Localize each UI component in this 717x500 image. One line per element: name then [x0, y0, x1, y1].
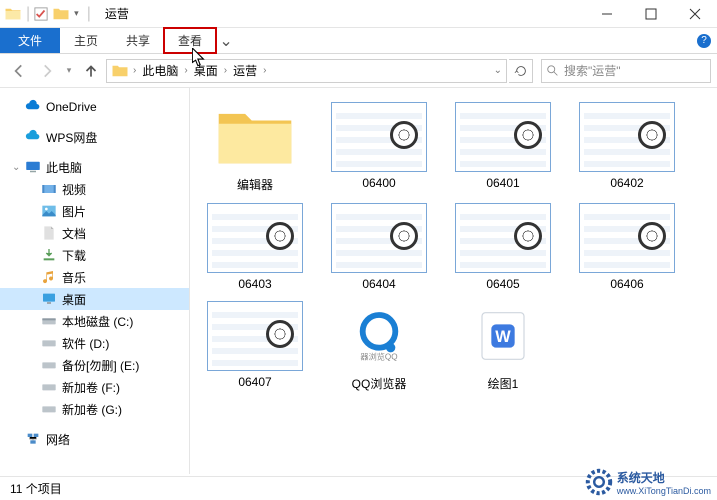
file-item[interactable]: 06405 — [448, 203, 558, 291]
svg-text:器浏览QQ: 器浏览QQ — [360, 351, 397, 361]
refresh-button[interactable] — [509, 59, 533, 83]
video-thumb — [455, 102, 551, 172]
file-item[interactable]: 06401 — [448, 102, 558, 193]
qat-divider: | — [87, 5, 91, 23]
breadcrumb-chevron[interactable]: › — [261, 65, 268, 76]
item-label: 06400 — [362, 176, 395, 190]
up-button[interactable] — [78, 58, 104, 84]
tab-home[interactable]: 主页 — [60, 28, 112, 53]
file-item[interactable]: 06403 — [200, 203, 310, 291]
file-item[interactable]: 06400 — [324, 102, 434, 193]
file-item[interactable]: 06402 — [572, 102, 682, 193]
minimize-button[interactable] — [585, 0, 629, 28]
qat-dropdown[interactable]: ▾ — [74, 8, 79, 19]
sidebar-cdrive[interactable]: 本地磁盘 (C:) — [0, 310, 189, 332]
item-label: 06402 — [610, 176, 643, 190]
back-button[interactable] — [6, 58, 32, 84]
ribbon-tabs: 文件 主页 共享 查看 ⌄ ? — [0, 28, 717, 54]
title-bar: | ▾ | 运营 — [0, 0, 717, 28]
breadcrumb-desktop[interactable]: 桌面 — [190, 62, 222, 79]
file-item[interactable]: W 绘图1 — [448, 301, 558, 392]
content-pane[interactable]: 编辑器 06400 06401 06402 06403 06404 06405 06406 06… — [190, 88, 717, 474]
ribbon-expand-button[interactable]: ⌄ — [216, 28, 236, 53]
item-label: 06401 — [486, 176, 519, 190]
file-item[interactable]: 06404 — [324, 203, 434, 291]
window-title: 运营 — [105, 5, 129, 22]
doc-icon: W — [455, 301, 551, 371]
item-label: QQ浏览器 — [352, 375, 407, 392]
file-item[interactable]: 器浏览QQ QQ浏览器 — [324, 301, 434, 392]
app-icon: 器浏览QQ — [331, 301, 427, 371]
video-thumb — [207, 203, 303, 273]
item-label: 编辑器 — [237, 176, 273, 193]
breadcrumb-chevron[interactable]: › — [182, 65, 189, 76]
qat-separator: | — [26, 5, 30, 23]
help-button[interactable]: ? — [691, 28, 717, 53]
file-item[interactable]: 06406 — [572, 203, 682, 291]
video-thumb — [331, 102, 427, 172]
sidebar-pictures[interactable]: 图片 — [0, 200, 189, 222]
item-label: 06407 — [238, 375, 271, 389]
sidebar-network[interactable]: 网络 — [0, 428, 189, 450]
sidebar-ddrive[interactable]: 软件 (D:) — [0, 332, 189, 354]
close-button[interactable] — [673, 0, 717, 28]
item-label: 绘图1 — [488, 375, 519, 392]
video-thumb — [579, 102, 675, 172]
file-item[interactable]: 06407 — [200, 301, 310, 392]
sidebar-thispc[interactable]: ⌄此电脑 — [0, 156, 189, 178]
sidebar-downloads[interactable]: 下载 — [0, 244, 189, 266]
folder-icon — [4, 5, 22, 23]
sidebar-gdrive[interactable]: 新加卷 (G:) — [0, 398, 189, 420]
breadcrumb-chevron[interactable]: › — [131, 65, 138, 76]
status-bar: 11 个项目 — [0, 476, 717, 500]
search-input[interactable]: 搜索"运营" — [541, 59, 711, 83]
navigation-row: ▾ › 此电脑 › 桌面 › 运营 › ⌄ 搜索"运营" — [0, 54, 717, 88]
sidebar-fdrive[interactable]: 新加卷 (F:) — [0, 376, 189, 398]
sidebar-documents[interactable]: 文档 — [0, 222, 189, 244]
item-label: 06403 — [238, 277, 271, 291]
tab-share[interactable]: 共享 — [112, 28, 164, 53]
video-thumb — [579, 203, 675, 273]
folder-icon-small — [52, 5, 70, 23]
video-thumb — [455, 203, 551, 273]
sidebar-onedrive[interactable]: OneDrive — [0, 96, 189, 118]
address-dropdown[interactable]: ⌄ — [492, 65, 504, 76]
tab-view[interactable]: 查看 — [164, 28, 216, 53]
breadcrumb-current[interactable]: 运营 — [229, 62, 261, 79]
search-icon — [546, 64, 560, 78]
folder-icon — [207, 102, 303, 172]
item-label: 06404 — [362, 277, 395, 291]
sidebar-video[interactable]: 视频 — [0, 178, 189, 200]
item-label: 06405 — [486, 277, 519, 291]
svg-text:W: W — [495, 328, 511, 346]
item-count: 11 个项目 — [10, 480, 62, 497]
quick-access-toolbar: | ▾ | 运营 — [0, 5, 133, 23]
video-thumb — [331, 203, 427, 273]
breadcrumb-thispc[interactable]: 此电脑 — [138, 62, 182, 79]
search-placeholder: 搜索"运营" — [564, 62, 621, 79]
navigation-pane: OneDrive WPS网盘 ⌄此电脑 视频 图片 文档 下载 音乐 桌面 本地… — [0, 88, 190, 474]
breadcrumb-chevron[interactable]: › — [222, 65, 229, 76]
maximize-button[interactable] — [629, 0, 673, 28]
sidebar-wps[interactable]: WPS网盘 — [0, 126, 189, 148]
forward-button[interactable] — [34, 58, 60, 84]
file-item[interactable]: 编辑器 — [200, 102, 310, 193]
sidebar-edrive[interactable]: 备份[勿删] (E:) — [0, 354, 189, 376]
item-label: 06406 — [610, 277, 643, 291]
recent-dropdown[interactable]: ▾ — [62, 58, 76, 84]
folder-icon — [111, 62, 129, 80]
video-thumb — [207, 301, 303, 371]
checkbox-icon[interactable] — [34, 7, 48, 21]
address-bar[interactable]: › 此电脑 › 桌面 › 运营 › ⌄ — [106, 59, 507, 83]
sidebar-desktop[interactable]: 桌面 — [0, 288, 189, 310]
tab-file[interactable]: 文件 — [0, 28, 60, 53]
sidebar-music[interactable]: 音乐 — [0, 266, 189, 288]
